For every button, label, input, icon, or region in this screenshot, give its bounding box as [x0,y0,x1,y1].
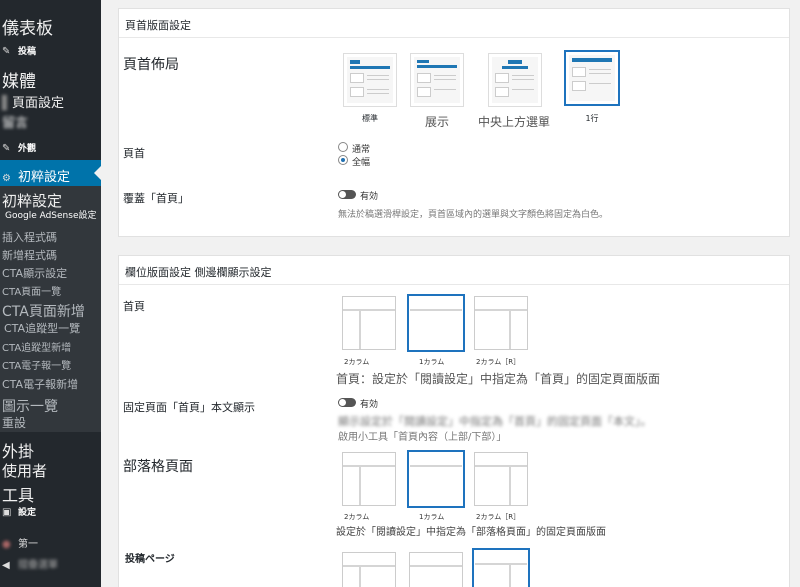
sidebar-item-tools[interactable]: 工具 [2,482,34,506]
panel-title: 頁首版面設定 [119,9,789,38]
collapse-icon: ◀ [2,560,10,571]
blog-layout-label: 部落格頁面 [123,459,193,475]
blog-layout-2col-right[interactable] [474,452,528,506]
fixed-page-widget-note: 啟用小工具「首頁內容（上部/下部）」 [338,432,507,443]
fixed-page-body-toggle[interactable] [338,398,356,407]
home-cap-2col: 2カラム [344,358,370,366]
submenu-reset[interactable]: 重設 [2,414,26,431]
submenu-adsense[interactable]: Google AdSense設定 [5,208,97,221]
post-layout-2col-right[interactable] [472,548,530,587]
submenu-cta-pages[interactable]: CTA頁面一覽 [2,283,61,298]
settings-icon: ▣ [2,507,12,518]
sidebar-item-label: 投稿 [18,47,37,57]
sidebar-item-label: 設定 [18,508,37,518]
layout-option-showcase[interactable] [410,53,464,107]
blog-cap-2col: 2カラム [344,513,370,521]
home-layout-description: 首頁：設定於「閱讀設定」中指定為「首頁」的固定頁面版面 [336,372,661,386]
layout-option-center-menu[interactable] [488,53,542,107]
sidebar-item-label: 外觀 [18,144,37,154]
fixed-page-body-label: 固定頁面「首頁」本文顯示 [123,401,255,414]
panel-title: 欄位版面設定 側邊欄顯示設定 [119,256,789,285]
blog-layout-2col[interactable] [342,452,396,506]
submenu-icon-list[interactable]: 圖示一覽 [2,396,58,416]
radio-fullwidth[interactable] [338,155,348,165]
header-width-label: 頁首 [123,147,145,160]
sidebar-item-appearance[interactable]: ✎ 外觀 [2,141,36,154]
sidebar-item-comments[interactable]: 留言 [2,112,28,131]
home-layout-1col[interactable] [407,294,465,352]
sidebar-item-label: 摺疊選單 [18,560,58,571]
post-layout-1col[interactable] [409,552,463,587]
blog-layout-1col[interactable] [407,450,465,508]
layout-caption-showcase: 展示 [424,115,449,129]
column-settings-panel: 欄位版面設定 側邊欄顯示設定 首頁 2カラム 1カラム 2カラム［R］ 首頁：設… [118,255,790,587]
sidebar-item-label: 第一 [18,539,38,550]
sidebar-item-settings[interactable]: ▣ 設定 [2,505,36,518]
sidebar-item-plugins[interactable]: 外掛 [2,438,34,462]
sidebar-item-media[interactable]: 媒體 [2,67,36,92]
radio-normal-label: 通常 [352,145,371,155]
custom-icon: ● [2,539,11,550]
header-settings-panel: 頁首版面設定 頁首佈局 標準 展示 中央上方選單 1行 頁首 通常 全幅 覆蓋「… [118,8,790,237]
sidebar-item-posts[interactable]: ✎ 投稿 [2,44,36,57]
submenu-add-code[interactable]: 新增程式碼 [2,247,57,263]
submenu-cta-tracking-list[interactable]: CTA追蹤型一覽 [4,320,80,336]
sidebar-item-pages[interactable]: ▌頁面設定 [2,92,64,111]
blog-layout-description: 設定於「閱讀設定」中指定為「部落格頁面」的固定頁面版面 [336,527,606,538]
blog-cap-1col: 1カラム [419,513,445,521]
home-cap-2col-right: 2カラム［R］ [476,358,521,366]
layout-option-one-row[interactable] [564,50,620,106]
sidebar-item-theme-settings[interactable]: ⚙ 初粹設定 [2,166,70,185]
home-layout-label: 首頁 [123,300,145,313]
submenu-cta-new-page[interactable]: CTA頁面新增 [2,301,85,321]
submenu-cta-newsletter-new[interactable]: CTA電子報新增 [2,376,78,392]
sidebar-item-custom[interactable]: ● 第一 [2,535,38,550]
blog-cap-2col-right: 2カラム［R］ [476,513,521,521]
home-layout-2col[interactable] [342,296,396,350]
radio-fullwidth-label: 全幅 [352,158,371,168]
sidebar-item-users[interactable]: 使用者 [2,460,47,481]
overlay-toggle-label: 有効 [360,192,379,202]
admin-sidebar: 儀表板 ✎ 投稿 媒體 ▌頁面設定 留言 ✎ 外觀 ⚙ 初粹設定 初粹設定 Googl… [0,0,101,587]
post-layout-2col[interactable] [342,552,396,587]
brush-icon: ✎ [2,143,11,154]
home-layout-2col-right[interactable] [474,296,528,350]
submenu-cta-display[interactable]: CTA顯示設定 [2,265,67,281]
home-cap-1col: 1カラム [419,358,445,366]
submenu-insert-code[interactable]: 插入程式碼 [2,229,57,245]
pin-icon: ✎ [2,46,11,57]
header-layout-label: 頁首佈局 [123,57,179,73]
layout-caption-one-row: 1行 [585,114,599,123]
layout-caption-standard: 標準 [362,114,378,123]
overlay-description: 無法於稿選滑桿設定，頁首區域內的選單與文字顏色將固定為白色。 [338,210,609,220]
fixed-page-description: 顯示設定於「閱讀設定」中指定為「首頁」的固定頁面「本文」。 [338,415,652,428]
overlay-toggle[interactable] [338,190,356,199]
radio-normal[interactable] [338,142,348,152]
sidebar-item-label: 初粹設定 [18,170,71,185]
submenu-cta-newsletter-list[interactable]: CTA電子報一覽 [2,357,71,372]
sidebar-item-label: 頁面設定 [12,96,65,111]
gear-icon: ⚙ [2,173,11,184]
sidebar-item-dashboard[interactable]: 儀表板 [2,14,53,39]
layout-caption-center-menu: 中央上方選單 [477,115,550,129]
layout-option-standard[interactable] [343,53,397,107]
submenu-cta-tracking-new[interactable]: CTA追蹤型新增 [2,339,71,354]
post-page-label: 投稿ページ [125,554,175,565]
fixed-page-toggle-label: 有効 [360,400,379,410]
sidebar-collapse-menu[interactable]: ◀ 摺疊選單 [2,556,58,571]
overlay-home-label: 覆蓋「首頁」 [123,192,189,205]
